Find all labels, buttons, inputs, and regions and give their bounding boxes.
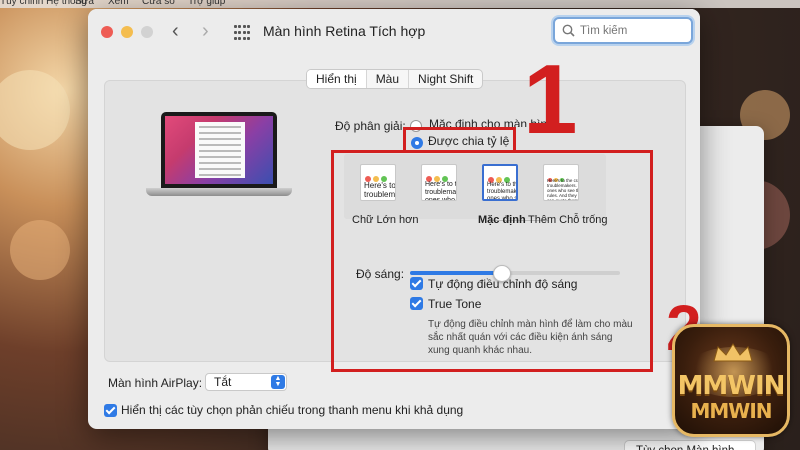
menu-help[interactable]: Trợ giúp [188, 0, 225, 8]
step-1-annotation: 1 [523, 44, 578, 154]
resolution-label: Độ phân giải: [335, 119, 406, 133]
search-input[interactable] [580, 23, 685, 39]
mirroring-checkbox[interactable] [104, 404, 117, 417]
tab-bar: Hiển thị Màu Night Shift [306, 69, 484, 89]
menu-bar: Tùy chỉnh Hệ thống Sửa Xem Cửa sổ Trợ gi… [0, 0, 800, 8]
resolution-default-label[interactable]: Mặc định cho màn hình [429, 117, 609, 127]
tab-display[interactable]: Hiển thị [307, 70, 367, 88]
menu-app[interactable]: Tùy chỉnh Hệ thống [0, 0, 87, 8]
chevron-updown-icon: ▲ ▼ [271, 375, 285, 389]
chevron-left-icon[interactable]: ‹ [172, 20, 179, 43]
close-button[interactable] [101, 26, 113, 38]
menu-view[interactable]: Xem [108, 0, 129, 8]
background-bokeh [0, 70, 70, 150]
airplay-label: Màn hình AirPlay: [108, 376, 203, 390]
minimize-button[interactable] [121, 26, 133, 38]
airplay-value: Tắt [214, 375, 232, 389]
background-bokeh [10, 220, 70, 280]
airplay-select[interactable]: Tắt ▲ ▼ [205, 373, 287, 391]
menu-edit[interactable]: Sửa [75, 0, 94, 8]
zoom-button[interactable] [141, 26, 153, 38]
search-field[interactable] [553, 17, 693, 44]
title-bar: ‹ › Màn hình Retina Tích hợp [88, 9, 700, 55]
window-title: Màn hình Retina Tích hợp [263, 23, 426, 39]
mirroring-label[interactable]: Hiển thị các tùy chọn phản chiếu trong t… [121, 403, 463, 417]
search-icon [562, 24, 575, 37]
display-preferences-window: ‹ › Màn hình Retina Tích hợp Hiển thị Mà… [88, 9, 700, 429]
chevron-right-icon[interactable]: › [202, 20, 209, 43]
menu-window[interactable]: Cửa sổ [142, 0, 175, 8]
show-all-grid-icon[interactable] [234, 25, 251, 41]
tab-color[interactable]: Màu [367, 70, 410, 88]
crown-icon [713, 343, 753, 362]
highlight-box-options [331, 150, 653, 372]
display-options-button[interactable]: Tùy chọn Màn hình... [624, 440, 756, 450]
mmwin-logo: MMWIN MMWIN [672, 324, 790, 437]
tab-night-shift[interactable]: Night Shift [409, 70, 482, 88]
